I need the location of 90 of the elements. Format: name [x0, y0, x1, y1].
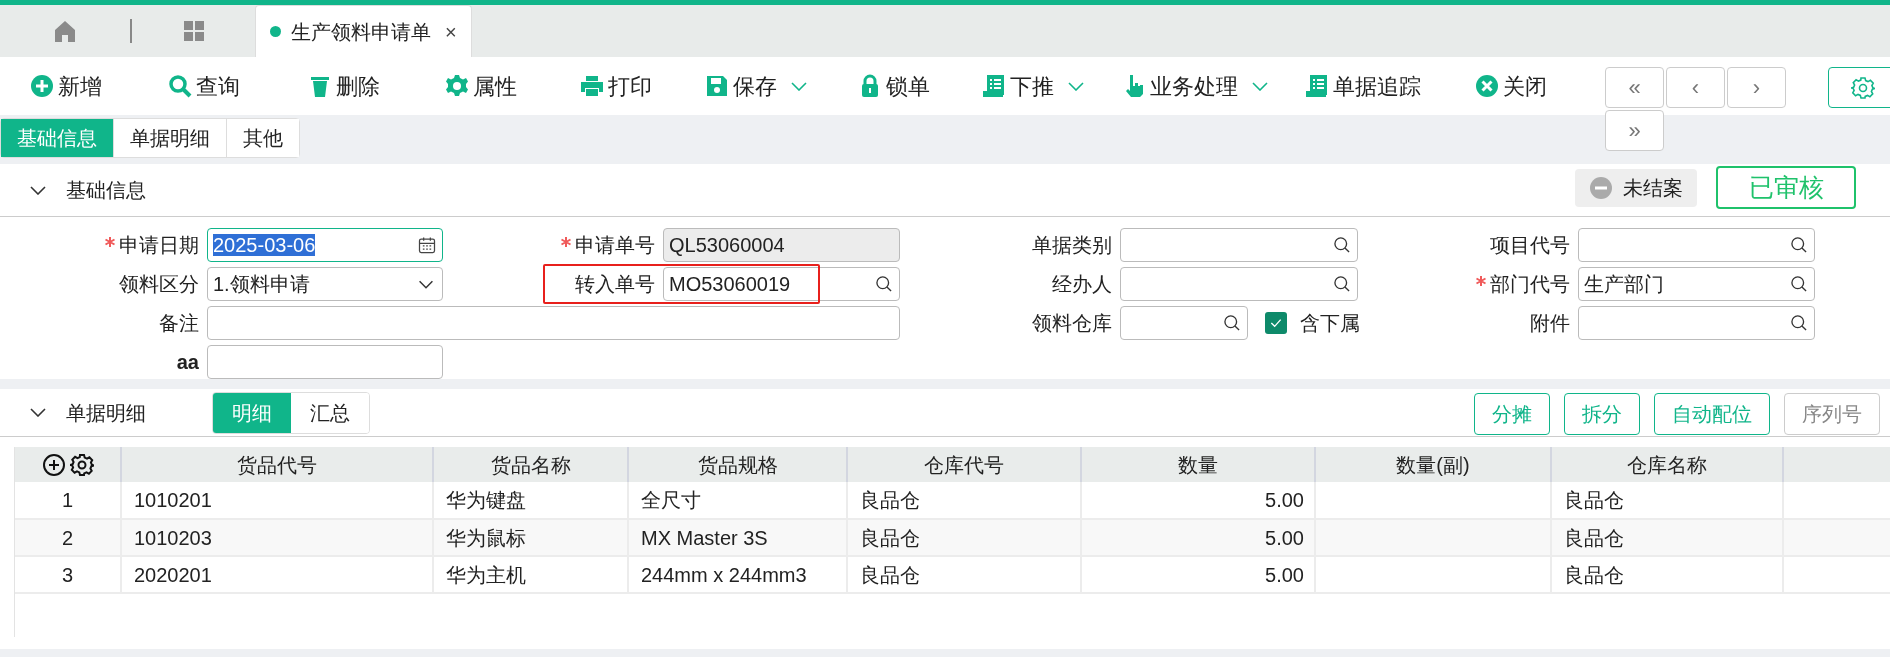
table-cell: 良品仓 — [1551, 556, 1783, 593]
close-button[interactable]: × — [445, 16, 457, 47]
chevron-icon — [30, 408, 46, 417]
field-label: 申请日期 — [119, 233, 199, 258]
toolbar-button[interactable]: 新增 — [30, 66, 168, 106]
column-header: 货品名称 — [433, 447, 628, 482]
toolbar-button[interactable]: 属性 — [445, 66, 580, 106]
settings-icon — [1851, 75, 1875, 100]
field-label: 附件 — [1530, 311, 1570, 336]
input-field[interactable]: 1.领料申请 — [207, 267, 443, 301]
column-header: 仓库代号 — [847, 447, 1081, 482]
input-field[interactable] — [1120, 228, 1358, 262]
checkbox-label: 含下属 — [1300, 311, 1360, 336]
plus-circle-icon — [30, 74, 54, 98]
field-label: 项目代号 — [1490, 233, 1570, 258]
field-label: 备注 — [159, 311, 199, 336]
column-header: 仓库名称 — [1551, 447, 1783, 482]
chevron-icon — [30, 185, 46, 195]
field-label: 领料区分 — [119, 272, 199, 297]
section-title: 单据明细 — [66, 400, 147, 426]
next-button[interactable]: › — [1727, 67, 1786, 108]
minus-circle-icon — [1589, 176, 1613, 200]
column-settings-button[interactable] — [69, 452, 94, 477]
settings-button[interactable] — [1828, 67, 1890, 108]
input-field[interactable] — [207, 306, 900, 340]
table-cell: 5.00 — [1081, 556, 1315, 593]
first-page-button[interactable]: « — [1605, 67, 1664, 108]
document-list-icon — [1305, 74, 1329, 98]
trash-icon — [308, 74, 332, 98]
input-field[interactable]: QL53060004 — [663, 228, 900, 262]
checkbox[interactable] — [1265, 312, 1287, 334]
search-icon — [1332, 274, 1352, 294]
home-icon — [53, 19, 77, 43]
input-field[interactable] — [1578, 306, 1815, 340]
add-row-button[interactable] — [41, 452, 66, 477]
toolbar-button[interactable]: 查询 — [168, 66, 308, 106]
table-cell: 华为主机 — [433, 556, 628, 593]
search-icon — [1789, 313, 1809, 333]
column-header: 货品代号 — [121, 447, 433, 482]
input-field[interactable] — [1578, 228, 1815, 262]
field-label: 经办人 — [1052, 272, 1112, 297]
document-tab[interactable]: 生产领料申请单 × — [255, 5, 472, 57]
printer-icon — [580, 74, 604, 98]
input-field[interactable]: 2025-03-06 — [207, 228, 443, 262]
search-icon — [168, 74, 192, 98]
table-cell: 2020201 — [121, 556, 433, 593]
table-cell: 244mm x 244mm3 — [628, 556, 847, 593]
settings-icon — [69, 452, 94, 477]
input-field[interactable] — [1120, 306, 1248, 340]
toolbar-button[interactable]: 业务处理 — [1122, 66, 1305, 106]
section-title: 基础信息 — [66, 178, 146, 203]
field-label: 申请单号 — [575, 233, 655, 258]
table-cell: 良品仓 — [847, 556, 1081, 593]
search-icon — [1789, 274, 1809, 294]
toolbar-button[interactable]: 打印 — [580, 66, 705, 106]
plus-circle-icon — [41, 452, 66, 477]
document-list-icon — [982, 74, 1006, 98]
input-field[interactable] — [1120, 267, 1358, 301]
search-icon — [1222, 313, 1242, 333]
toolbar-button[interactable]: 单据追踪 — [1305, 66, 1475, 106]
field-label: 部门代号 — [1490, 272, 1570, 297]
input-field[interactable]: 生产部门 — [1578, 267, 1815, 301]
search-icon — [1332, 235, 1352, 255]
toolbar-button[interactable]: 下推 — [982, 66, 1122, 106]
close-icon — [1475, 74, 1499, 98]
search-icon — [874, 274, 894, 294]
last-page-button[interactable]: » — [1605, 110, 1664, 151]
input-field[interactable]: MO53060019 — [663, 267, 900, 301]
grid-icon — [181, 19, 206, 43]
search-icon — [1789, 235, 1809, 255]
calendar-icon — [417, 235, 437, 255]
field-label: aa — [176, 350, 199, 375]
column-header: 数量(副) — [1315, 447, 1551, 482]
table-cell: 3 — [15, 556, 121, 593]
field-label: 领料仓库 — [1032, 311, 1112, 336]
toolbar-button[interactable]: 锁单 — [858, 66, 982, 106]
field-label: 单据类别 — [1032, 233, 1112, 258]
section-tab[interactable]: 其他 — [226, 119, 299, 157]
column-header: 数量 — [1081, 447, 1315, 482]
toolbar-button[interactable]: 删除 — [308, 66, 445, 106]
field-label: 转入单号 — [575, 272, 655, 297]
input-field[interactable] — [207, 345, 443, 379]
open-status-button[interactable]: 未结案 — [1575, 169, 1697, 207]
audit-status-stamp: 已审核 — [1716, 166, 1856, 209]
tab-label: 生产领料申请单 — [291, 19, 431, 45]
toolbar-button[interactable]: 保存 — [705, 66, 858, 106]
previous-button[interactable]: ‹ — [1666, 67, 1725, 108]
column-header: 货品规格 — [628, 447, 847, 482]
gear-icon — [445, 74, 469, 98]
toolbar-button[interactable]: 关闭 — [1475, 66, 1595, 106]
